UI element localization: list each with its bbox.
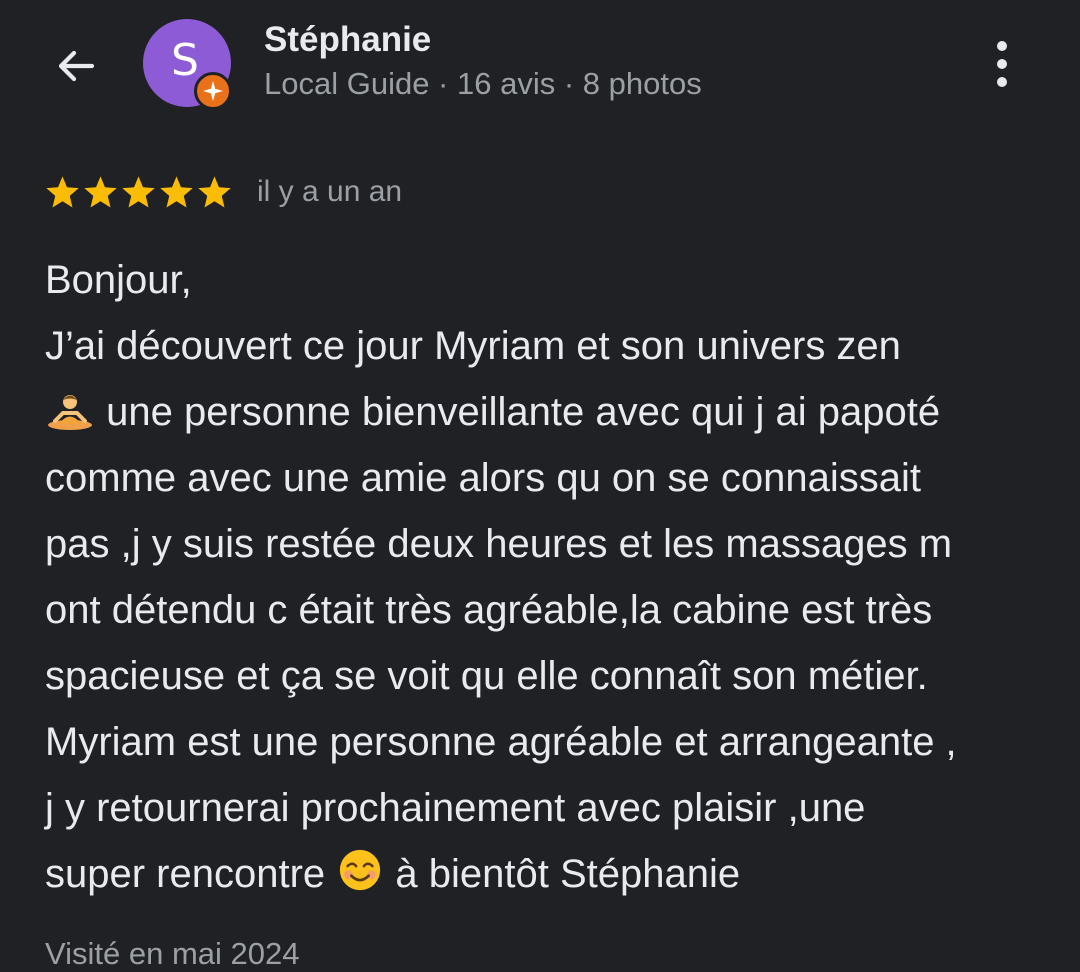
local-guide-badge-icon <box>194 72 232 110</box>
reviewer-meta: Local Guide · 16 avis · 8 photos <box>264 66 702 101</box>
star-icon <box>160 175 193 207</box>
review-line: ont détendu c était très agréable,la cab… <box>45 588 933 632</box>
rating-row: il y a un an <box>44 172 402 212</box>
star-icon <box>84 175 117 207</box>
star-icon <box>46 175 79 207</box>
review-line: spacieuse et ça se voit qu elle connaît … <box>45 654 928 698</box>
review-line-text: super rencontre <box>45 852 337 896</box>
smiling-face-emoji <box>340 849 381 891</box>
review-line: comme avec une amie alors qu on se conna… <box>45 456 922 500</box>
review-line: J’ai découvert ce jour Myriam et son uni… <box>45 324 901 368</box>
star-icon <box>198 175 231 207</box>
review-line-text: à bientôt Stéphanie <box>384 852 741 896</box>
person-in-lotus-position-emoji <box>48 395 92 430</box>
more-vert-icon <box>997 41 1007 51</box>
review-line-text: une personne bienveillante avec qui j ai… <box>95 390 941 434</box>
avatar-letter: S <box>171 34 199 86</box>
reviewer-name[interactable]: Stéphanie <box>264 20 431 60</box>
arrow-left-icon <box>58 50 95 82</box>
star-icon <box>122 175 155 207</box>
review-line: j y retournerai prochainement avec plais… <box>45 786 866 830</box>
review-detail-screen: S Stéphanie Local Guide · 16 avis · 8 ph… <box>0 0 1080 972</box>
review-line: pas ,j y suis restée deux heures et les … <box>45 522 953 566</box>
review-line: Bonjour, <box>45 258 192 302</box>
review-line: super rencontre à bientôt Stéphanie <box>45 841 1045 907</box>
visit-date: Visité en mai 2024 <box>45 936 300 971</box>
back-button[interactable] <box>44 34 108 98</box>
review-line: une personne bienveillante avec qui j ai… <box>45 379 1045 445</box>
review-text: Bonjour, J’ai découvert ce jour Myriam e… <box>45 247 1045 907</box>
review-line: Myriam est une personne agréable et arra… <box>45 720 957 764</box>
more-options-button[interactable] <box>980 36 1024 92</box>
star-rating <box>44 174 233 211</box>
review-time: il y a un an <box>257 175 403 208</box>
